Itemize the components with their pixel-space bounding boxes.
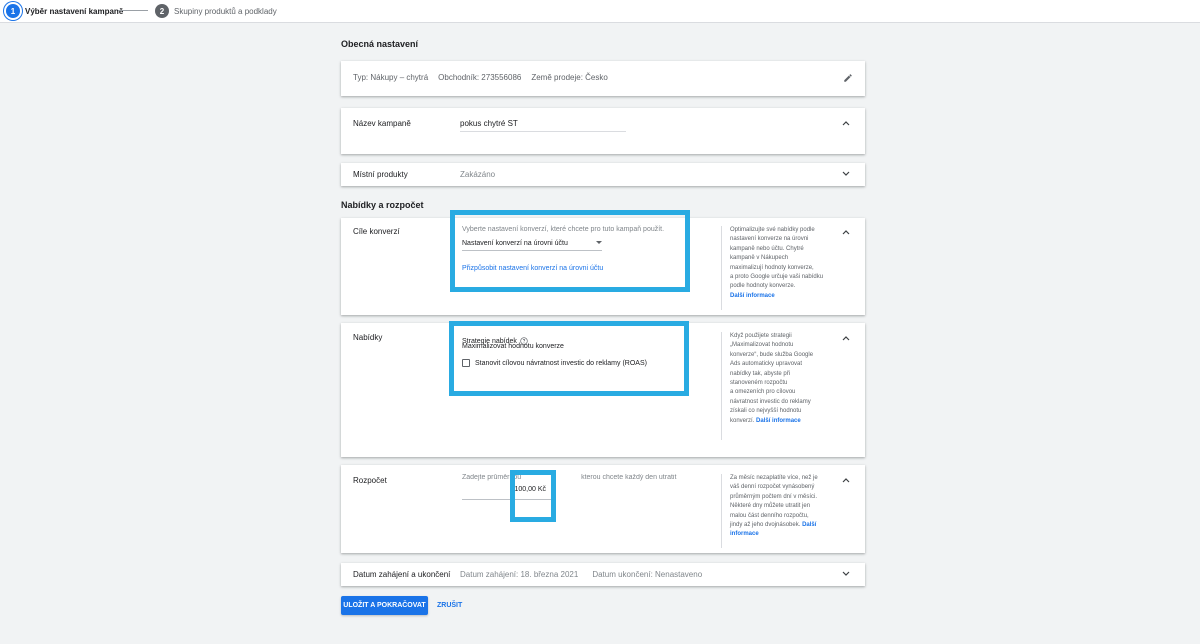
customize-conversion-link[interactable]: Přizpůsobit nastavení konverzí na úrovni… xyxy=(462,265,603,272)
note-line: maximalizují hodnoty konverze, xyxy=(730,264,814,271)
note-line: podle hodnoty konverze. xyxy=(730,283,796,290)
start-date: Datum zahájení: 18. března 2021 xyxy=(460,570,579,579)
budget-instruction-end: kterou chcete každý den utratit xyxy=(581,474,677,481)
stepper: 1 Výběr nastavení kampaně 2 Skupiny prod… xyxy=(0,0,1200,23)
note-line: a proto Google určuje vaši nabídku xyxy=(730,274,824,281)
target-roas-option[interactable]: Stanovit cílovou návratnost investic do … xyxy=(462,359,647,367)
step-2-label: Skupiny produktů a podklady xyxy=(174,6,277,16)
conversion-goals-card: Cíle konverzí Vyberte nastavení konverzí… xyxy=(341,218,865,315)
bids-budget-title: Nabídky a rozpočet xyxy=(341,200,424,210)
note-line: malou část denního rozpočtu, xyxy=(730,512,809,519)
note-line: Některé dny můžete utratit jen xyxy=(730,503,811,510)
note-line: průměrným počtem dní v měsíci. xyxy=(730,493,818,500)
cancel-button[interactable]: ZRUŠIT xyxy=(437,596,462,615)
learn-more-link[interactable]: Další informace xyxy=(730,292,834,301)
target-roas-checkbox[interactable] xyxy=(462,359,470,367)
bidding-card: Nabídky Strategie nabídek Maximalizovat … xyxy=(341,323,865,457)
local-products-card[interactable]: Místní produkty Zakázáno xyxy=(341,163,865,186)
note-line: a omezeních pro cílovou xyxy=(730,389,796,396)
step-2-number: 2 xyxy=(155,4,169,18)
chevron-up-icon[interactable] xyxy=(841,333,851,343)
dropdown-arrow-icon xyxy=(596,240,602,247)
note-line: konverzí. xyxy=(730,417,755,424)
note-line: Za měsíc nezaplatíte více, než je xyxy=(730,475,818,481)
campaign-name-label: Název kampaně xyxy=(353,119,411,128)
edit-icon[interactable] xyxy=(843,73,853,83)
budget-value: 100,00 Kč xyxy=(514,486,546,493)
bidding-label: Nabídky xyxy=(353,333,383,342)
conversion-goals-instruction: Vyberte nastavení konverzí, které chcete… xyxy=(462,226,665,233)
end-date: Datum ukončení: Nenastaveno xyxy=(592,570,703,579)
note-line: nabídky tak, abyste při xyxy=(730,370,791,377)
sales-country: Země prodeje: Česko xyxy=(531,73,608,82)
budget-card: Rozpočet Zadejte průměrnou kterou chcete… xyxy=(341,465,865,553)
campaign-name-card: Název kampaně pokus chytré ST xyxy=(341,108,865,154)
local-products-label: Místní produkty xyxy=(353,170,408,179)
note-line: kampaně nebo účtu. Chytré xyxy=(730,245,804,252)
step-1-number: 1 xyxy=(6,4,20,18)
local-products-value: Zakázáno xyxy=(460,170,496,179)
note-line: získali co nejvyšší hodnotu xyxy=(730,408,802,415)
dates-label: Datum zahájení a ukončení xyxy=(353,570,451,579)
bid-strategy-value: Maximalizovat hodnotu konverze xyxy=(462,343,564,350)
save-continue-button[interactable]: ULOŽIT A POKRAČOVAT xyxy=(341,596,428,615)
chevron-up-icon[interactable] xyxy=(841,227,851,237)
general-settings-card: Typ: Nákupy – chytrá Obchodník: 27355608… xyxy=(341,61,865,96)
note-line: jindy až jeho dvojnásobek. xyxy=(730,522,801,529)
chevron-down-icon[interactable] xyxy=(841,569,851,579)
step-2[interactable]: 2 Skupiny produktů a podklady xyxy=(155,3,277,19)
dates-card[interactable]: Datum zahájení a ukončení Datum zahájení… xyxy=(341,563,865,586)
note-line: nastavení konverze na úrovni xyxy=(730,236,809,243)
note-line: Optimalizujte své nabídky podle xyxy=(730,227,815,233)
target-roas-label: Stanovit cílovou návratnost investic do … xyxy=(475,359,647,367)
conversion-settings-value: Nastavení konverzí na úrovni účtu xyxy=(462,240,568,247)
step-1[interactable]: 1 Výběr nastavení kampaně xyxy=(3,3,123,19)
merchant-id: Obchodník: 273556086 xyxy=(438,73,522,82)
note-line: návratnost investic do reklamy xyxy=(730,398,811,405)
conversion-settings-dropdown[interactable]: Nastavení konverzí na úrovni účtu xyxy=(462,240,602,251)
campaign-type: Typ: Nákupy – chytrá xyxy=(353,73,429,82)
note-line: kampaně v Nákupech xyxy=(730,255,789,262)
note-line: Ads automaticky upravovat xyxy=(730,361,803,368)
note-line: stanoveném rozpočtu xyxy=(730,380,788,387)
conversion-goals-label: Cíle konverzí xyxy=(353,227,400,236)
note-line: Když použijete strategii xyxy=(730,333,792,339)
note-line: konverze“, bude služba Google xyxy=(730,351,814,358)
chevron-down-icon[interactable] xyxy=(841,169,851,179)
learn-more-link[interactable]: Další informace xyxy=(756,418,801,424)
budget-label: Rozpočet xyxy=(353,476,387,485)
note-line: váš denní rozpočet vynásobený xyxy=(730,484,815,491)
budget-instruction-start: Zadejte průměrnou xyxy=(462,474,524,481)
general-settings-title: Obecná nastavení xyxy=(341,39,419,49)
chevron-up-icon[interactable] xyxy=(841,118,851,128)
bidding-note: Když použijete strategii „Maximalizovat … xyxy=(721,332,834,440)
conversion-goals-note: Optimalizujte své nabídky podle nastaven… xyxy=(721,226,834,310)
step-1-label: Výběr nastavení kampaně xyxy=(25,6,124,16)
step-connector xyxy=(118,10,148,11)
note-line: „Maximalizovat hodnotu xyxy=(730,342,794,349)
budget-instruction: Zadejte průměrnou kterou chcete každý de… xyxy=(462,474,712,481)
budget-note: Za měsíc nezaplatíte více, než je váš de… xyxy=(721,474,834,548)
budget-input[interactable]: 100,00 Kč xyxy=(462,486,554,500)
campaign-name-input[interactable]: pokus chytré ST xyxy=(460,119,626,132)
chevron-up-icon[interactable] xyxy=(841,475,851,485)
